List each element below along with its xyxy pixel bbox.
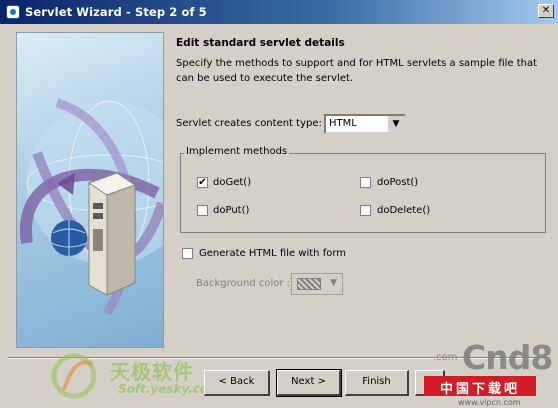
- chevron-down-icon[interactable]: ▼: [387, 116, 404, 132]
- implement-methods-group: [180, 153, 546, 233]
- content-type-value: HTML: [329, 118, 357, 129]
- watermark-chinese-right: 中国下载吧: [439, 382, 520, 397]
- dopost-label: doPost(): [377, 177, 419, 188]
- doput-label: doPut(): [213, 205, 250, 216]
- doget-label: doGet(): [213, 177, 252, 188]
- wizard-illustration: [16, 32, 164, 348]
- dopost-checkbox[interactable]: [360, 177, 371, 188]
- background-color-picker[interactable]: ▼: [291, 273, 343, 295]
- close-button[interactable]: ✕: [538, 4, 554, 18]
- title-bar: Servlet Wizard - Step 2 of 5 ✕: [0, 0, 558, 24]
- watermark-com: .com: [433, 352, 458, 363]
- content-type-select[interactable]: HTML ▼: [324, 114, 406, 134]
- chevron-down-icon: ▼: [330, 278, 337, 288]
- content-type-label: Servlet creates content type:: [176, 118, 322, 129]
- globe-server-illustration: [19, 98, 163, 316]
- dodelete-label: doDelete(): [377, 205, 431, 216]
- background-color-label: Background color :: [196, 278, 291, 289]
- doput-checkbox[interactable]: [197, 205, 208, 216]
- dodelete-checkbox[interactable]: [360, 205, 371, 216]
- implement-methods-legend: Implement methods: [184, 146, 290, 157]
- page-title: Edit standard servlet details: [176, 37, 345, 49]
- app-icon: [6, 5, 20, 19]
- watermark-chinese-left: 天极软件: [110, 360, 194, 384]
- back-button[interactable]: < Back: [204, 370, 270, 396]
- doget-checkbox[interactable]: ✔: [197, 177, 208, 188]
- watermark-url-right: www.vipcn.com: [458, 398, 521, 407]
- finish-button[interactable]: Finish: [345, 370, 409, 396]
- page-description: Specify the methods to support and for H…: [176, 58, 538, 84]
- generate-html-checkbox[interactable]: [182, 248, 193, 259]
- watermark-brand: Cnd8: [462, 338, 553, 377]
- generate-html-label: Generate HTML file with form: [199, 248, 347, 259]
- next-button[interactable]: Next >: [276, 369, 342, 397]
- window-title: Servlet Wizard - Step 2 of 5: [25, 5, 207, 19]
- color-swatch: [297, 278, 321, 290]
